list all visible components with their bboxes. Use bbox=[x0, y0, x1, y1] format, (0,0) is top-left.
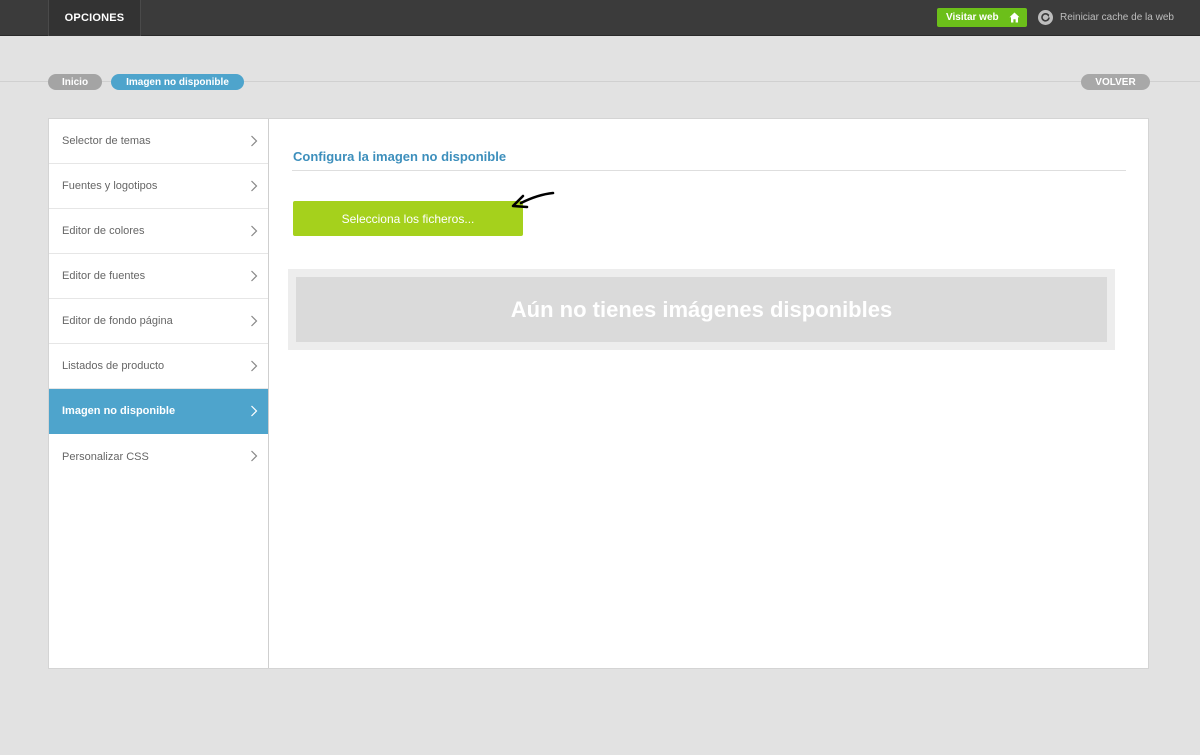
empty-images-message: Aún no tienes imágenes disponibles bbox=[296, 277, 1107, 342]
sidebar-item-editor-fuentes[interactable]: Editor de fuentes bbox=[49, 254, 268, 299]
chevron-right-icon bbox=[251, 360, 258, 372]
content-area: Configura la imagen no disponible Selecc… bbox=[269, 119, 1148, 668]
sidebar-item-label: Selector de temas bbox=[62, 135, 151, 147]
sidebar-item-label: Editor de fondo página bbox=[62, 315, 173, 327]
sidebar-item-personalizar-css[interactable]: Personalizar CSS bbox=[49, 434, 268, 479]
chevron-right-icon bbox=[251, 315, 258, 327]
chevron-right-icon bbox=[251, 135, 258, 147]
sidebar-item-listados-producto[interactable]: Listados de producto bbox=[49, 344, 268, 389]
top-bar: OPCIONES Visitar web Reiniciar cache de … bbox=[0, 0, 1200, 36]
home-icon bbox=[1009, 12, 1020, 23]
select-files-button[interactable]: Selecciona los ficheros... bbox=[293, 201, 523, 236]
sidebar-item-label: Editor de fuentes bbox=[62, 270, 146, 282]
reset-cache-label: Reiniciar cache de la web bbox=[1060, 11, 1174, 23]
sidebar-item-editor-colores[interactable]: Editor de colores bbox=[49, 209, 268, 254]
chevron-right-icon bbox=[251, 180, 258, 192]
sidebar-item-editor-fondo[interactable]: Editor de fondo página bbox=[49, 299, 268, 344]
sidebar-item-label: Personalizar CSS bbox=[62, 450, 149, 463]
breadcrumb-inicio[interactable]: Inicio bbox=[48, 74, 102, 90]
opciones-tab[interactable]: OPCIONES bbox=[48, 0, 141, 36]
sidebar-item-fuentes-logotipos[interactable]: Fuentes y logotipos bbox=[49, 164, 268, 209]
chevron-right-icon bbox=[251, 405, 258, 417]
back-button[interactable]: VOLVER bbox=[1081, 74, 1150, 90]
sidebar-item-label: Fuentes y logotipos bbox=[62, 180, 158, 192]
reset-cache-link[interactable]: Reiniciar cache de la web bbox=[1038, 9, 1174, 25]
visit-web-button[interactable]: Visitar web bbox=[937, 8, 1027, 27]
empty-images-box: Aún no tienes imágenes disponibles bbox=[288, 269, 1115, 350]
sidebar-item-selector-temas[interactable]: Selector de temas bbox=[49, 119, 268, 164]
chevron-right-icon bbox=[251, 450, 258, 462]
sidebar-item-imagen-no-disponible[interactable]: Imagen no disponible bbox=[49, 389, 268, 434]
page-title: Configura la imagen no disponible bbox=[293, 149, 507, 164]
chevron-right-icon bbox=[251, 270, 258, 282]
chevron-right-icon bbox=[251, 225, 258, 237]
sidebar: Selector de temas Fuentes y logotipos Ed… bbox=[49, 119, 269, 668]
sidebar-item-label: Listados de producto bbox=[62, 360, 165, 372]
main-panel: Selector de temas Fuentes y logotipos Ed… bbox=[48, 118, 1149, 669]
sidebar-item-label: Editor de colores bbox=[62, 225, 145, 237]
visit-web-label: Visitar web bbox=[946, 12, 999, 23]
refresh-icon bbox=[1038, 9, 1053, 25]
title-divider bbox=[292, 170, 1126, 171]
sidebar-item-label: Imagen no disponible bbox=[62, 405, 176, 417]
arrow-annotation-icon bbox=[511, 191, 555, 209]
breadcrumb-current[interactable]: Imagen no disponible bbox=[111, 74, 244, 90]
